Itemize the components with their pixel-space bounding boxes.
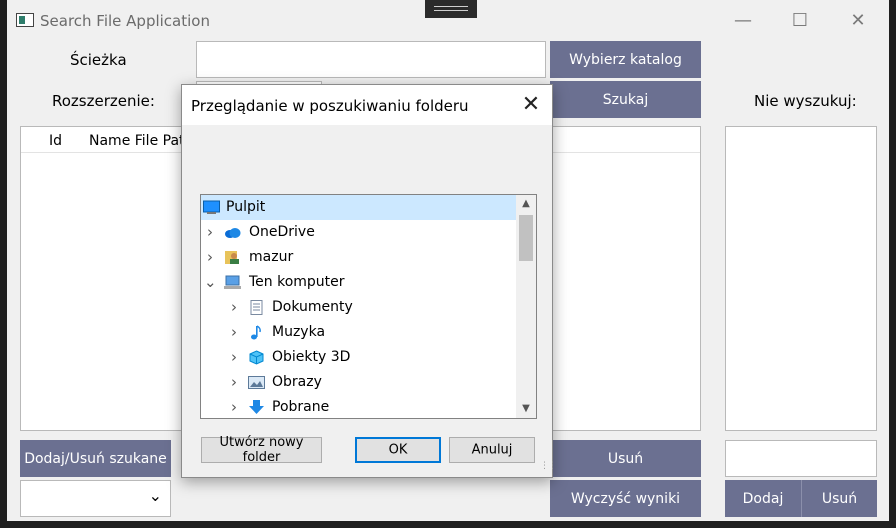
tree-item-label: OneDrive (249, 224, 315, 240)
tree-item-label: Pulpit (226, 199, 266, 215)
scroll-down-icon[interactable]: ▼ (516, 400, 536, 418)
tree-item-label: Obrazy (272, 374, 322, 390)
extension-label: Rozszerzenie: (52, 92, 155, 110)
tree-item-label: Obiekty 3D (272, 349, 351, 365)
close-button[interactable]: ✕ (835, 8, 881, 34)
dialog-close-button[interactable]: ✕ (518, 93, 544, 119)
resize-grip[interactable]: ⋮⋮ (540, 462, 557, 475)
chevron-right-icon[interactable]: › (204, 223, 216, 241)
remove-button[interactable]: Usuń (550, 440, 701, 477)
new-folder-button[interactable]: Utwórz nowy folder (201, 435, 322, 465)
tree-item-ten-komputer[interactable]: ⌄ Ten komputer (201, 270, 516, 295)
chevron-down-icon: ⌄ (148, 486, 162, 505)
tree-item-onedrive[interactable]: › OneDrive (201, 220, 516, 245)
tree-item-obiekty-3d[interactable]: › Obiekty 3D (201, 345, 516, 370)
clear-results-button[interactable]: Wyczyść wyniki (550, 480, 701, 517)
folder-tree[interactable]: Pulpit › OneDrive › mazur ⌄ Ten komputer… (200, 194, 537, 419)
remove-exclude-button[interactable]: Usuń (801, 480, 877, 517)
title-bar[interactable]: Search File Application — ☐ ✕ (7, 0, 889, 42)
tree-scrollbar[interactable]: ▲ ▼ (516, 195, 536, 418)
chevron-right-icon[interactable]: › (228, 398, 240, 416)
picture-icon (248, 376, 265, 389)
window-title: Search File Application (40, 12, 210, 30)
app-icon (16, 13, 34, 27)
tree-item-label: Pobrane (272, 399, 330, 415)
path-input[interactable] (196, 41, 546, 78)
tree-item-muzyka[interactable]: › Muzyka (201, 320, 516, 345)
search-type-dropdown[interactable]: ⌄ (20, 480, 171, 517)
chevron-right-icon[interactable]: › (228, 298, 240, 316)
user-folder-icon (225, 251, 239, 264)
path-label: Ścieżka (70, 51, 127, 69)
browse-folder-dialog: Przeglądanie w poszukiwaniu folderu ✕ Pu… (181, 84, 557, 478)
chevron-right-icon[interactable]: › (228, 373, 240, 391)
scroll-up-icon[interactable]: ▲ (516, 195, 536, 213)
tree-item-obrazy[interactable]: › Obrazy (201, 370, 516, 395)
tree-item-pulpit[interactable]: Pulpit (201, 195, 516, 220)
document-icon (250, 300, 263, 315)
exclude-input[interactable] (725, 440, 877, 477)
drag-handle[interactable] (425, 0, 477, 18)
chevron-down-icon[interactable]: ⌄ (204, 273, 217, 291)
column-header-name-file-path[interactable]: Name File Pat (89, 133, 185, 149)
music-icon (251, 325, 261, 340)
cube-icon (249, 350, 264, 365)
dialog-title: Przeglądanie w poszukiwaniu folderu (191, 97, 469, 115)
tree-item-mazur[interactable]: › mazur (201, 245, 516, 270)
cancel-button[interactable]: Anuluj (449, 437, 535, 463)
tree-item-label: Ten komputer (249, 274, 345, 290)
tree-item-dokumenty[interactable]: › Dokumenty (201, 295, 516, 320)
tree-item-label: mazur (249, 249, 294, 265)
chevron-right-icon[interactable]: › (228, 323, 240, 341)
add-remove-search-button[interactable]: Dodaj/Usuń szukane (20, 440, 171, 477)
maximize-button[interactable]: ☐ (777, 8, 823, 34)
cloud-icon (225, 228, 241, 238)
minimize-button[interactable]: — (720, 8, 766, 34)
ok-button[interactable]: OK (355, 437, 441, 463)
scroll-thumb[interactable] (519, 215, 533, 261)
add-exclude-button[interactable]: Dodaj (725, 480, 801, 517)
desktop-icon (203, 200, 220, 214)
search-button[interactable]: Szukaj (550, 81, 701, 118)
column-header-id[interactable]: Id (49, 133, 62, 149)
exclude-list[interactable] (725, 126, 877, 431)
chevron-right-icon[interactable]: › (228, 348, 240, 366)
exclude-label: Nie wyszukuj: (754, 92, 857, 110)
tree-item-label: Dokumenty (272, 299, 353, 315)
chevron-right-icon[interactable]: › (204, 248, 216, 266)
choose-directory-button[interactable]: Wybierz katalog (550, 41, 701, 78)
dialog-title-bar[interactable]: Przeglądanie w poszukiwaniu folderu ✕ (182, 85, 552, 125)
computer-icon (224, 275, 241, 289)
tree-item-label: Muzyka (272, 324, 326, 340)
tree-item-pobrane[interactable]: › Pobrane (201, 395, 516, 418)
download-icon (249, 400, 264, 414)
